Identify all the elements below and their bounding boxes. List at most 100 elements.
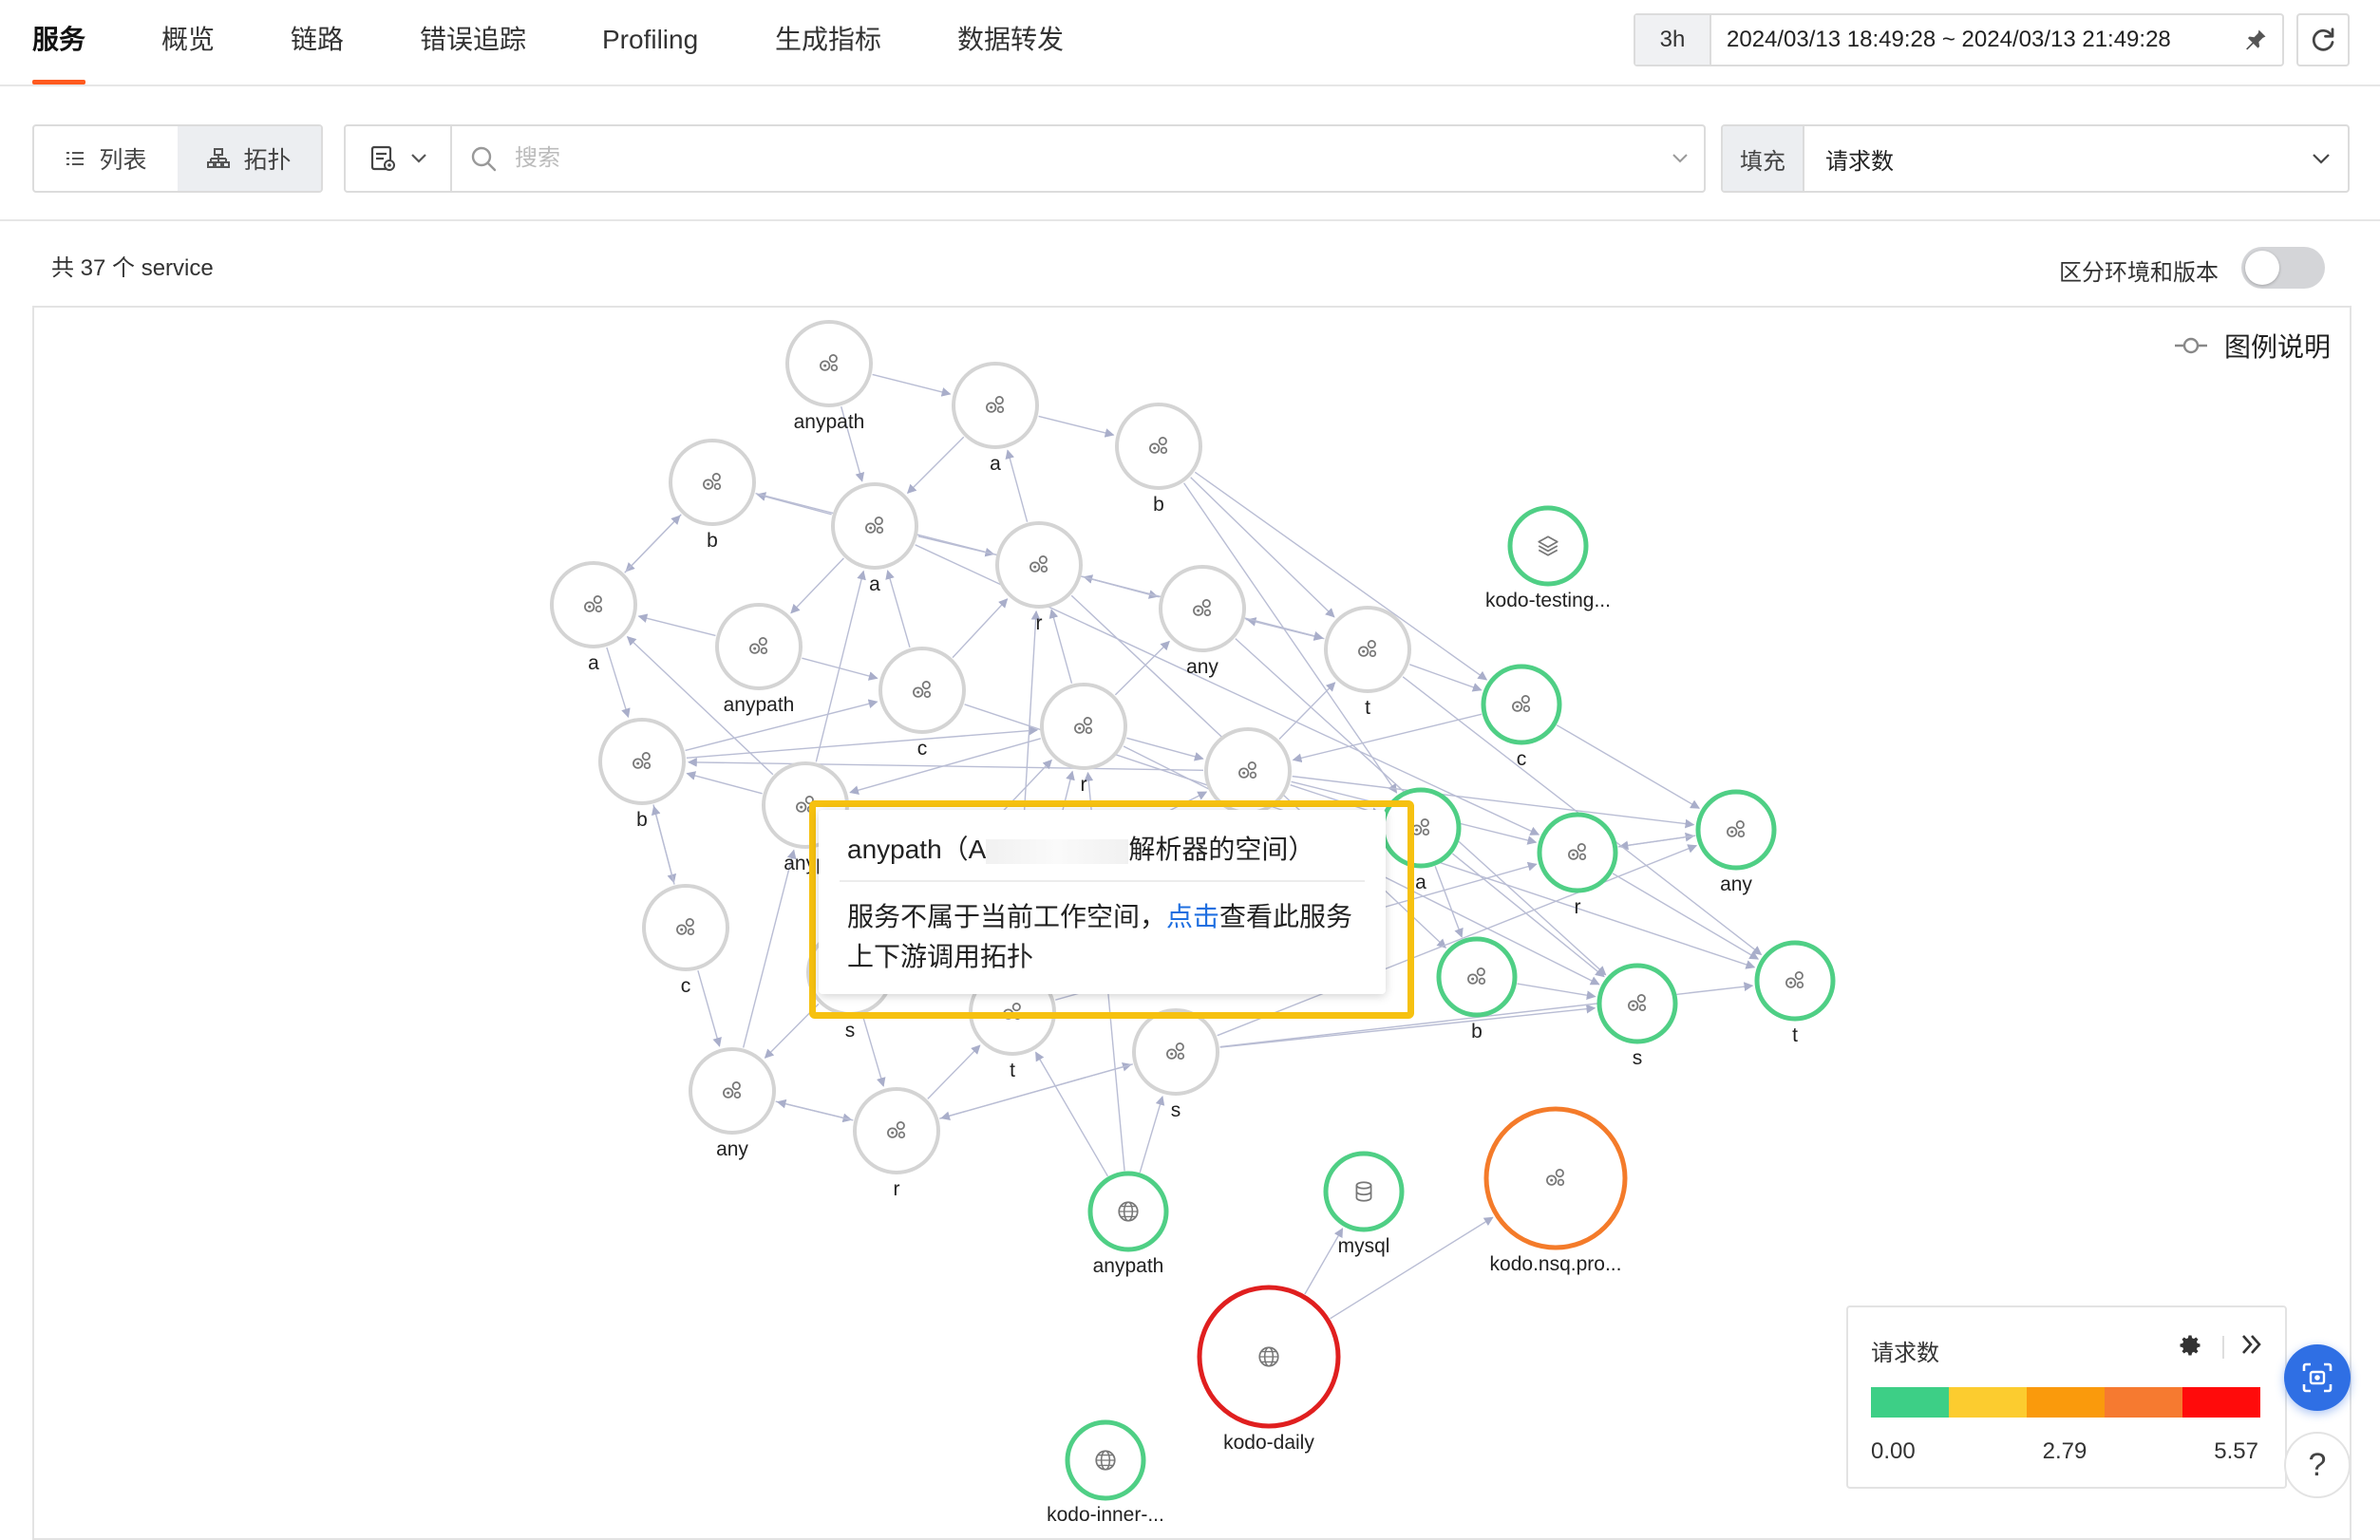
service-node[interactable]: s: [1596, 963, 1678, 1069]
topology-edge: [1048, 609, 1073, 684]
time-picker[interactable]: 3h 2024/03/13 18:49:28 ~ 2024/03/13 21:4…: [1634, 13, 2284, 66]
service-node[interactable]: kodo-testing...: [1485, 505, 1611, 611]
scale-segment: [1949, 1387, 2027, 1418]
search-chevron-down-icon[interactable]: [1656, 153, 1704, 164]
toggle-knob: [2245, 251, 2279, 285]
topology-edge: [815, 570, 866, 762]
tab-data-forwarding[interactable]: 数据转发: [957, 0, 1064, 85]
tooltip-title: anypath（A 解析器的空间）: [847, 829, 1314, 867]
service-node[interactable]: anypath: [1087, 1171, 1169, 1277]
tab-overview[interactable]: 概览: [161, 0, 215, 85]
topology-edge: [1330, 1216, 1494, 1320]
service-node[interactable]: b: [669, 439, 756, 552]
help-button[interactable]: ?: [2284, 1432, 2351, 1498]
service-node[interactable]: anypath: [785, 320, 873, 433]
fill-select[interactable]: 填充 请求数: [1721, 124, 2350, 193]
topology-edge: [776, 1099, 854, 1121]
topology-view-label: 拓扑: [243, 147, 292, 174]
topology-edge: [1556, 724, 1700, 809]
chevron-down-icon: [411, 154, 426, 163]
service-node[interactable]: kodo-inner-...: [1047, 1419, 1164, 1526]
env-version-toggle[interactable]: [2241, 247, 2325, 289]
fill-value[interactable]: 请求数: [1804, 142, 2295, 176]
node-label: any: [1720, 873, 1752, 895]
service-node[interactable]: a: [831, 482, 918, 595]
toolbar: 列表 拓扑 搜索 填充 请求数: [0, 86, 2380, 221]
node-tooltip: anypath（A 解析器的空间） 服务不属于当前工作空间，点击查看此服务上下游调…: [819, 810, 1386, 994]
gear-icon[interactable]: [2177, 1332, 2203, 1363]
tooltip-title-prefix: anypath（A: [847, 835, 987, 864]
node-label: b: [707, 530, 718, 552]
node-label: c: [917, 738, 928, 760]
service-node[interactable]: a: [550, 561, 637, 674]
service-node[interactable]: r: [995, 521, 1083, 634]
service-node[interactable]: mysql: [1323, 1151, 1405, 1257]
time-range-quick-button[interactable]: 3h: [1635, 15, 1711, 65]
service-node[interactable]: c: [642, 884, 729, 997]
request-scale-card: 请求数 0.00 2.79 5.57: [1846, 1305, 2287, 1489]
service-node[interactable]: t: [1754, 940, 1836, 1046]
service-node[interactable]: a: [952, 362, 1039, 475]
service-node[interactable]: anypath: [715, 603, 803, 716]
topology-edge: [1126, 737, 1204, 761]
topology-edge: [1434, 866, 1464, 938]
service-node[interactable]: b: [1436, 936, 1518, 1042]
service-node[interactable]: any: [1695, 789, 1777, 895]
refresh-button[interactable]: [2296, 13, 2350, 66]
node-label: kodo-testing...: [1485, 590, 1611, 611]
service-node[interactable]: r: [1040, 683, 1127, 796]
service-node[interactable]: any: [689, 1047, 776, 1160]
screenshot-button[interactable]: [2284, 1344, 2351, 1411]
service-node[interactable]: r: [853, 1087, 940, 1200]
node-circle[interactable]: [1323, 1151, 1405, 1232]
node-label: a: [990, 453, 1001, 475]
service-node[interactable]: c: [878, 647, 966, 760]
top-nav: 服务 概览 链路 错误追踪 Profiling 生成指标 数据转发 3h 202…: [0, 0, 2380, 86]
node-label: t: [1010, 1060, 1015, 1081]
service-node[interactable]: kodo.nsq.pro...: [1483, 1106, 1628, 1275]
tab-profiling[interactable]: Profiling: [602, 0, 698, 85]
scale-segment: [2182, 1387, 2260, 1418]
double-chevron-right-icon[interactable]: [2238, 1330, 2266, 1363]
node-label: b: [1471, 1021, 1483, 1042]
fill-chevron-down-icon[interactable]: [2295, 153, 2348, 164]
search-input[interactable]: [513, 144, 1656, 173]
topology-view-button[interactable]: 拓扑: [178, 126, 321, 191]
tab-generate-metrics[interactable]: 生成指标: [775, 0, 881, 85]
tab-error-tracking[interactable]: 错误追踪: [420, 0, 526, 85]
node-label: kodo-daily: [1223, 1432, 1314, 1454]
node-label: any: [1186, 656, 1218, 678]
service-node[interactable]: t: [1324, 606, 1411, 719]
service-node[interactable]: s: [1132, 1008, 1219, 1121]
node-label: kodo-inner-...: [1047, 1504, 1164, 1526]
node-circle[interactable]: [1507, 505, 1589, 587]
refresh-icon: [2312, 28, 2334, 51]
pin-icon[interactable]: [2229, 27, 2282, 53]
topology-edge: [872, 373, 952, 397]
service-node[interactable]: b: [598, 718, 686, 831]
scale-segment: [1871, 1387, 1949, 1418]
search-icon: [469, 144, 498, 173]
list-view-button[interactable]: 列表: [34, 126, 178, 191]
list-view-label: 列表: [99, 147, 147, 174]
filter-dropdown-button[interactable]: [346, 126, 452, 191]
node-label: anypath: [794, 411, 865, 433]
topology-edge: [1035, 1051, 1109, 1177]
service-node[interactable]: b: [1115, 403, 1202, 516]
service-node[interactable]: kodo-daily: [1197, 1285, 1341, 1454]
tooltip-click-link[interactable]: 点击: [1166, 902, 1219, 931]
tab-traces[interactable]: 链路: [291, 0, 344, 85]
legend-toggle[interactable]: 图例说明: [2173, 327, 2331, 365]
service-node[interactable]: any: [1159, 565, 1246, 678]
service-node[interactable]: c: [1481, 664, 1562, 770]
topology-edge: [906, 436, 965, 495]
tab-services[interactable]: 服务: [32, 0, 86, 85]
topology-edge: [697, 970, 722, 1047]
legend-icon: [2175, 337, 2207, 354]
topology-edge: [1618, 835, 1696, 851]
node-label: r: [894, 1178, 900, 1200]
node-label: a: [869, 573, 880, 595]
time-range-text[interactable]: 2024/03/13 18:49:28 ~ 2024/03/13 21:49:2…: [1711, 27, 2229, 53]
screenshot-icon: [2302, 1362, 2333, 1393]
topology-edge: [927, 1044, 981, 1099]
